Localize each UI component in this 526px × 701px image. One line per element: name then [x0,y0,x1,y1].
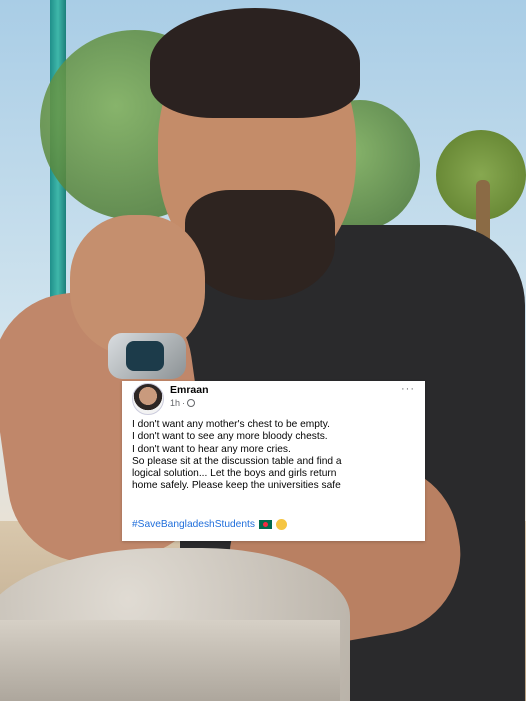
profile-avatar[interactable] [132,383,164,415]
meta-separator: · [182,398,186,408]
author-name[interactable]: Emraan [170,384,209,396]
post-line: I don't want any mother's chest to be em… [132,419,330,430]
clapping-hands-icon [275,519,287,530]
beard [185,190,335,300]
background-photo [0,0,526,701]
more-options-icon[interactable]: ··· [401,383,415,395]
post-timestamp[interactable]: 1h [170,398,180,408]
post-line: home safely. Please keep the universitie… [132,480,341,492]
hair [150,8,360,118]
post-line: So please sit at the discussion table an… [132,455,342,467]
post-meta: 1h · [170,398,196,408]
post-line: logical solution... Let the boys and gir… [132,468,337,480]
post-line: I don't want to hear any more cries. [132,443,291,455]
watch-face [126,341,164,371]
post-body: I don't want any mother's chest to be em… [132,419,422,493]
hashtag-row: #SaveBangladeshStudents [132,519,287,530]
stone-table-edge [0,620,340,701]
bangladesh-flag-icon [258,520,272,529]
social-post-card: Emraan 1h · ··· I don't want any mother'… [122,381,425,541]
globe-icon [187,399,196,407]
hashtag-link[interactable]: #SaveBangladeshStudents [132,519,255,530]
wristwatch [108,333,186,379]
post-line: I don't want to see any more bloody ches… [132,431,328,443]
